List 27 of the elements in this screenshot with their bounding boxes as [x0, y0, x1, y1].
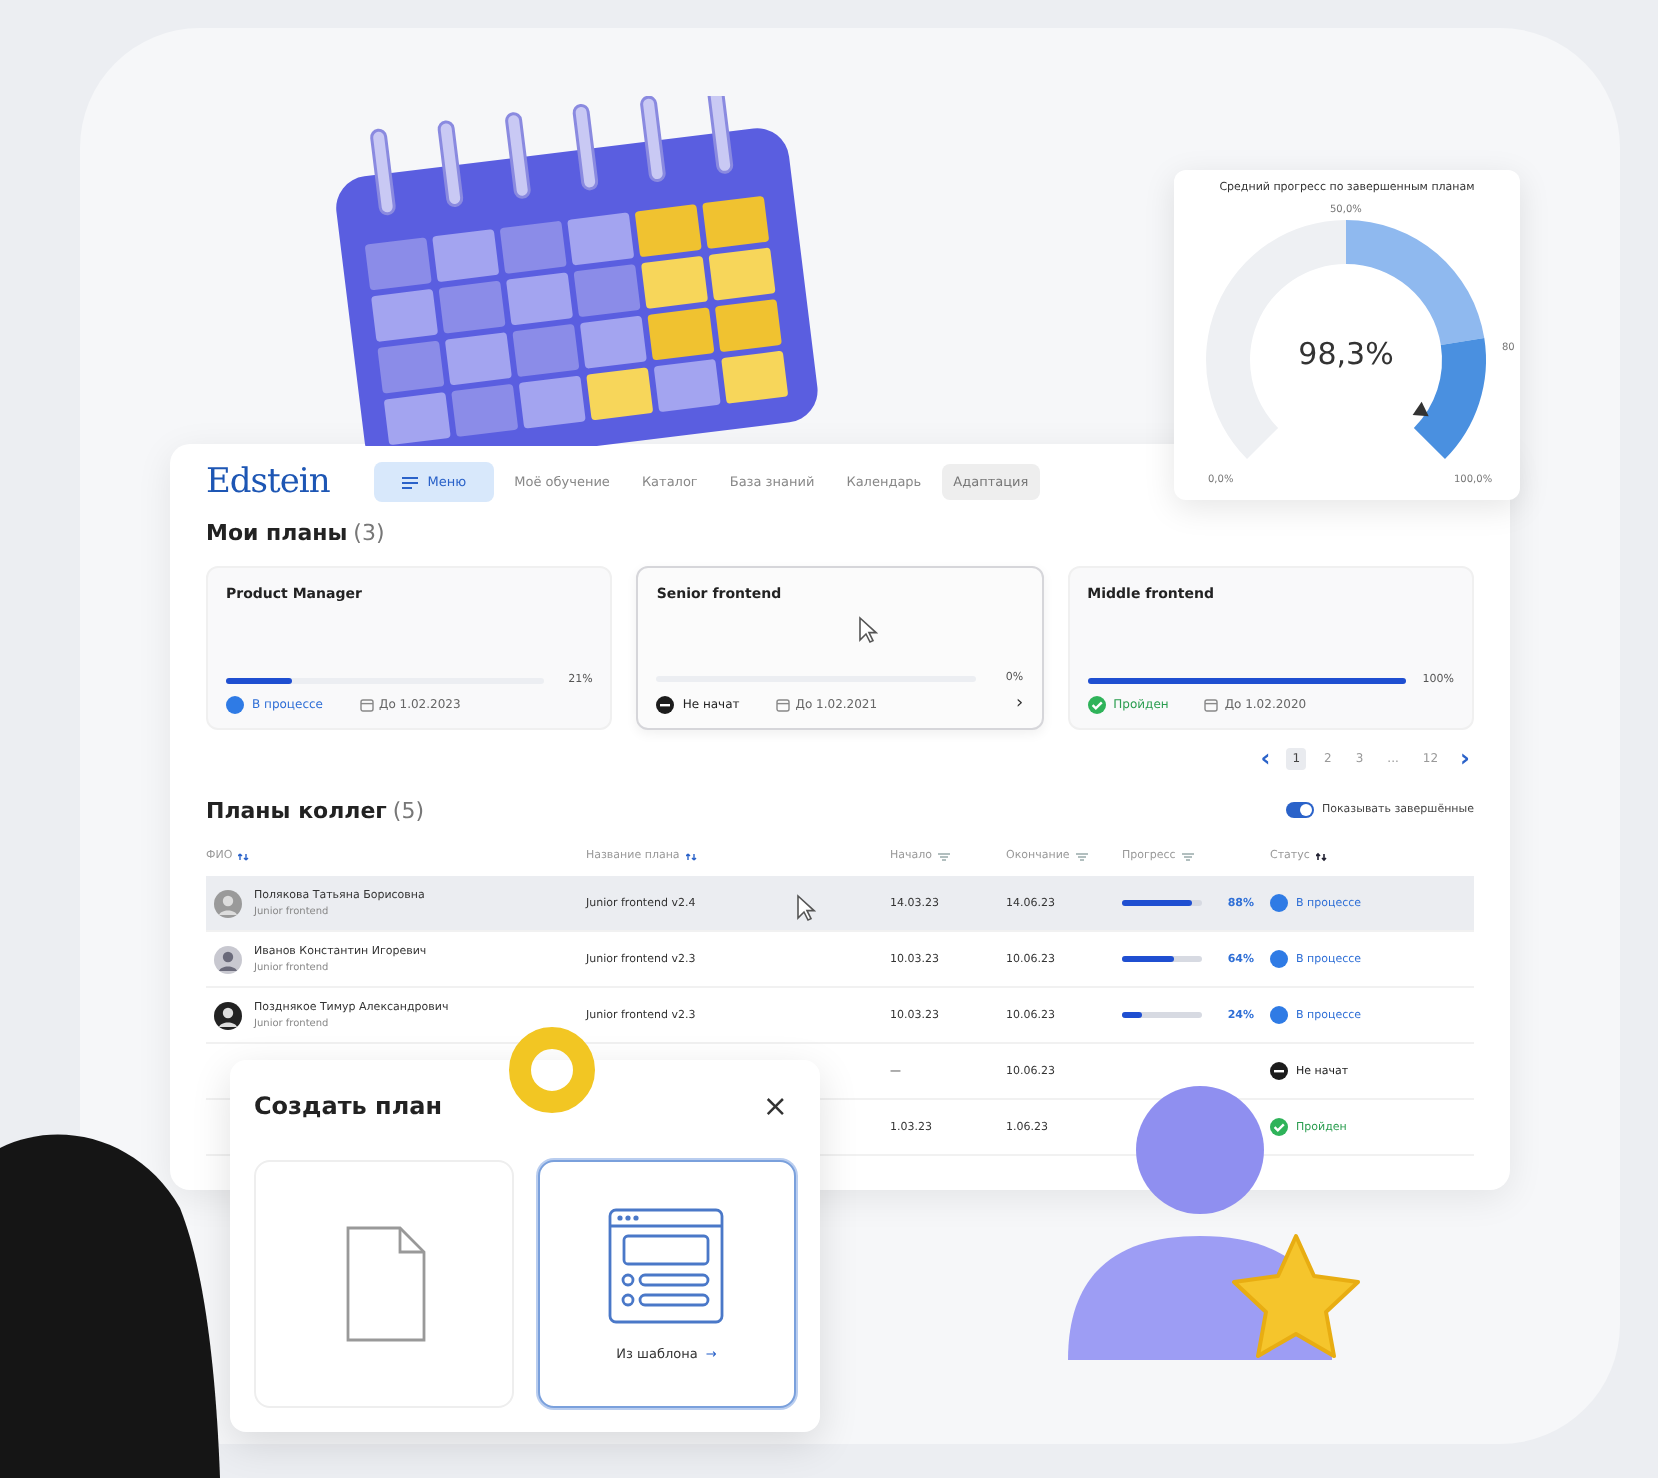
section-title: Мои планы	[206, 520, 348, 546]
template-icon	[606, 1206, 727, 1326]
sort-icon	[1315, 851, 1328, 861]
calendar-icon	[775, 697, 790, 711]
logo: Edstein	[206, 462, 330, 502]
count: (5)	[392, 797, 424, 823]
filter-icon	[1181, 851, 1194, 861]
cursor-icon	[858, 616, 879, 644]
section-title: Планы коллег	[206, 797, 387, 823]
cursor-icon	[796, 894, 816, 922]
calendar-icon	[359, 698, 373, 712]
avatar-icon	[214, 945, 242, 973]
calendar-icon	[1204, 698, 1219, 712]
count: (3)	[353, 520, 385, 546]
next-page-button[interactable]: ›	[1456, 744, 1474, 772]
avatar-icon	[214, 1001, 242, 1029]
filter-icon	[938, 851, 951, 861]
open-arrow[interactable]: ›	[1016, 694, 1024, 714]
filter-icon	[1075, 851, 1088, 861]
toggle-switch[interactable]	[1285, 802, 1314, 818]
gauge-value: 98,3%	[1296, 336, 1396, 372]
sort-icon	[685, 851, 698, 861]
prev-page-button[interactable]: ‹	[1256, 744, 1275, 772]
sort-icon	[238, 851, 251, 861]
menu-icon	[401, 475, 418, 489]
avatar-icon	[214, 889, 242, 917]
ring-drawing	[508, 1026, 596, 1114]
